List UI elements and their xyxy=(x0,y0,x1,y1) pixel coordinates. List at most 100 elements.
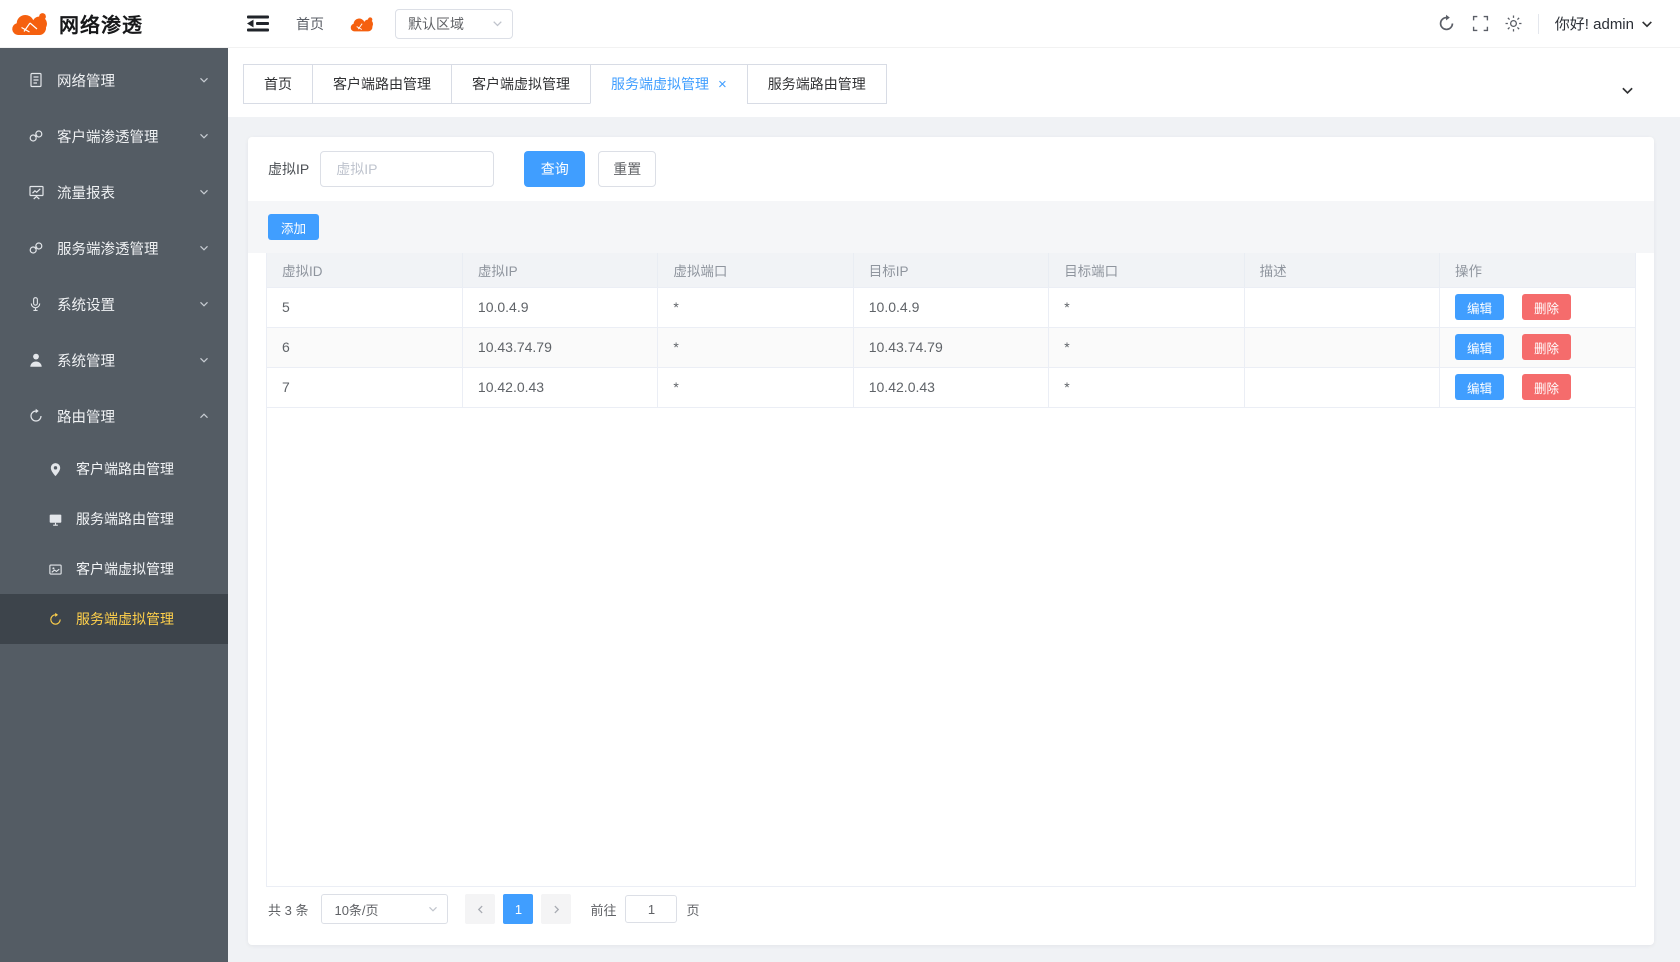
app-window: 网络渗透 首页 默认区域 xyxy=(0,0,1680,962)
tab-label: 首页 xyxy=(264,74,292,94)
sidebar-item-client-pentest-mgmt[interactable]: 客户端渗透管理 xyxy=(0,108,228,164)
cell-actions: 编辑 删除 xyxy=(1440,367,1635,407)
sidebar-subitem-label: 客户端路由管理 xyxy=(76,459,174,479)
delete-button[interactable]: 删除 xyxy=(1522,334,1571,360)
sidebar-item-system-settings[interactable]: 系统设置 xyxy=(0,276,228,332)
add-button[interactable]: 添加 xyxy=(268,214,319,240)
sidebar-item-server-pentest-mgmt[interactable]: 服务端渗透管理 xyxy=(0,220,228,276)
theme-sun-icon[interactable] xyxy=(1505,15,1522,32)
document-icon xyxy=(28,72,46,88)
chevron-down-icon xyxy=(491,17,504,30)
sidebar-item-traffic-report[interactable]: 流量报表 xyxy=(0,164,228,220)
cell-virtual-port: * xyxy=(658,367,853,407)
chevron-down-icon xyxy=(1640,17,1654,31)
chevron-down-icon xyxy=(198,242,210,254)
refresh-icon[interactable] xyxy=(1437,14,1456,33)
delete-button[interactable]: 删除 xyxy=(1522,294,1571,320)
breadcrumb[interactable]: 首页 xyxy=(296,14,324,34)
user-greeting: 你好! admin xyxy=(1555,13,1634,34)
search-label: 虚拟IP xyxy=(268,159,309,179)
sidebar-item-system-mgmt[interactable]: 系统管理 xyxy=(0,332,228,388)
link-icon xyxy=(28,128,46,144)
cell-description xyxy=(1244,327,1439,367)
page-size-select[interactable]: 10条/页 xyxy=(321,894,448,924)
microphone-icon xyxy=(28,296,46,312)
tab-label: 客户端虚拟管理 xyxy=(472,74,570,94)
app-logo: 网络渗透 xyxy=(0,9,228,38)
chevron-down-icon xyxy=(198,130,210,142)
region-select[interactable]: 默认区域 xyxy=(395,9,513,39)
column-header-target-ip: 目标IP xyxy=(853,253,1048,287)
app-title: 网络渗透 xyxy=(59,9,143,38)
table-row: 6 10.43.74.79 * 10.43.74.79 * 编辑 删除 xyxy=(267,327,1635,367)
refresh-icon xyxy=(28,408,46,424)
tab-server-route-mgmt[interactable]: 服务端路由管理 xyxy=(747,64,887,104)
pagination: 共 3 条 10条/页 1 前 xyxy=(268,894,1654,924)
sidebar-subitem-label: 客户端虚拟管理 xyxy=(76,559,174,579)
user-menu[interactable]: 你好! admin xyxy=(1555,13,1654,34)
tab-client-virtual-mgmt[interactable]: 客户端虚拟管理 xyxy=(451,64,591,104)
main-area: 首页 客户端路由管理 客户端虚拟管理 服务端虚拟管理 × 服务端路由管理 虚拟I… xyxy=(228,48,1680,962)
close-tab-icon[interactable]: × xyxy=(718,77,727,92)
sidebar: 网络管理 客户端渗透管理 流量报表 xyxy=(0,48,228,962)
fullscreen-icon[interactable] xyxy=(1472,15,1489,32)
cell-target-port: * xyxy=(1049,367,1244,407)
cell-actions: 编辑 删除 xyxy=(1440,327,1635,367)
table-row: 5 10.0.4.9 * 10.0.4.9 * 编辑 删除 xyxy=(267,287,1635,327)
edit-button[interactable]: 编辑 xyxy=(1455,334,1504,360)
sidebar-subitem-server-route-mgmt[interactable]: 服务端路由管理 xyxy=(0,494,228,544)
edit-button[interactable]: 编辑 xyxy=(1455,294,1504,320)
prev-page-button[interactable] xyxy=(465,894,495,924)
sidebar-toggle-icon[interactable] xyxy=(247,15,270,32)
reset-button[interactable]: 重置 xyxy=(598,151,656,187)
tab-label: 服务端路由管理 xyxy=(768,74,866,94)
column-header-target-port: 目标端口 xyxy=(1049,253,1244,287)
region-select-value: 默认区域 xyxy=(408,14,464,34)
refresh-icon xyxy=(48,612,65,627)
tab-label: 客户端路由管理 xyxy=(333,74,431,94)
sidebar-item-route-mgmt[interactable]: 路由管理 xyxy=(0,388,228,444)
monitor-icon xyxy=(48,512,65,527)
link-icon xyxy=(28,240,46,256)
pagination-total: 共 3 条 xyxy=(268,900,308,919)
cell-virtual-port: * xyxy=(658,327,853,367)
edit-button[interactable]: 编辑 xyxy=(1455,374,1504,400)
chevron-right-icon xyxy=(551,904,562,915)
column-header-description: 描述 xyxy=(1244,253,1439,287)
chevron-down-icon xyxy=(427,903,439,915)
sidebar-item-label: 网络管理 xyxy=(57,70,115,91)
page-1-button[interactable]: 1 xyxy=(503,894,533,924)
logo-cloud-icon xyxy=(8,10,50,37)
virtual-ip-input[interactable] xyxy=(320,151,494,187)
table-header-row: 虚拟ID 虚拟IP 虚拟端口 目标IP 目标端口 描述 操作 xyxy=(267,253,1635,287)
column-header-virtual-id: 虚拟ID xyxy=(267,253,462,287)
sidebar-subitem-client-virtual-mgmt[interactable]: 客户端虚拟管理 xyxy=(0,544,228,594)
sidebar-item-label: 服务端渗透管理 xyxy=(57,238,159,259)
user-icon xyxy=(28,352,46,368)
sidebar-item-label: 路由管理 xyxy=(57,406,115,427)
sidebar-subitem-label: 服务端路由管理 xyxy=(76,509,174,529)
sidebar-subitem-client-route-mgmt[interactable]: 客户端路由管理 xyxy=(0,444,228,494)
table-toolbar: 添加 xyxy=(248,201,1654,253)
cell-virtual-ip: 10.43.74.79 xyxy=(462,327,657,367)
tab-client-route-mgmt[interactable]: 客户端路由管理 xyxy=(312,64,452,104)
tab-bar: 首页 客户端路由管理 客户端虚拟管理 服务端虚拟管理 × 服务端路由管理 xyxy=(228,48,1680,117)
query-button[interactable]: 查询 xyxy=(524,151,585,187)
sidebar-subitem-label: 服务端虚拟管理 xyxy=(76,609,174,629)
column-header-virtual-ip: 虚拟IP xyxy=(462,253,657,287)
cell-target-ip: 10.42.0.43 xyxy=(853,367,1048,407)
cell-description xyxy=(1244,287,1439,327)
delete-button[interactable]: 删除 xyxy=(1522,374,1571,400)
sidebar-subitem-server-virtual-mgmt[interactable]: 服务端虚拟管理 xyxy=(0,594,228,644)
chevron-left-icon xyxy=(475,904,486,915)
page-size-value: 10条/页 xyxy=(334,900,378,919)
goto-page-input[interactable] xyxy=(625,895,677,923)
sidebar-item-label: 客户端渗透管理 xyxy=(57,126,159,147)
next-page-button[interactable] xyxy=(541,894,571,924)
sidebar-item-network-mgmt[interactable]: 网络管理 xyxy=(0,52,228,108)
tab-home[interactable]: 首页 xyxy=(243,64,313,104)
tab-server-virtual-mgmt[interactable]: 服务端虚拟管理 × xyxy=(590,64,748,104)
tabs-overflow-chevron-icon[interactable] xyxy=(1620,83,1635,98)
postcard-icon xyxy=(48,562,65,577)
region-cloud-icon xyxy=(348,15,375,33)
